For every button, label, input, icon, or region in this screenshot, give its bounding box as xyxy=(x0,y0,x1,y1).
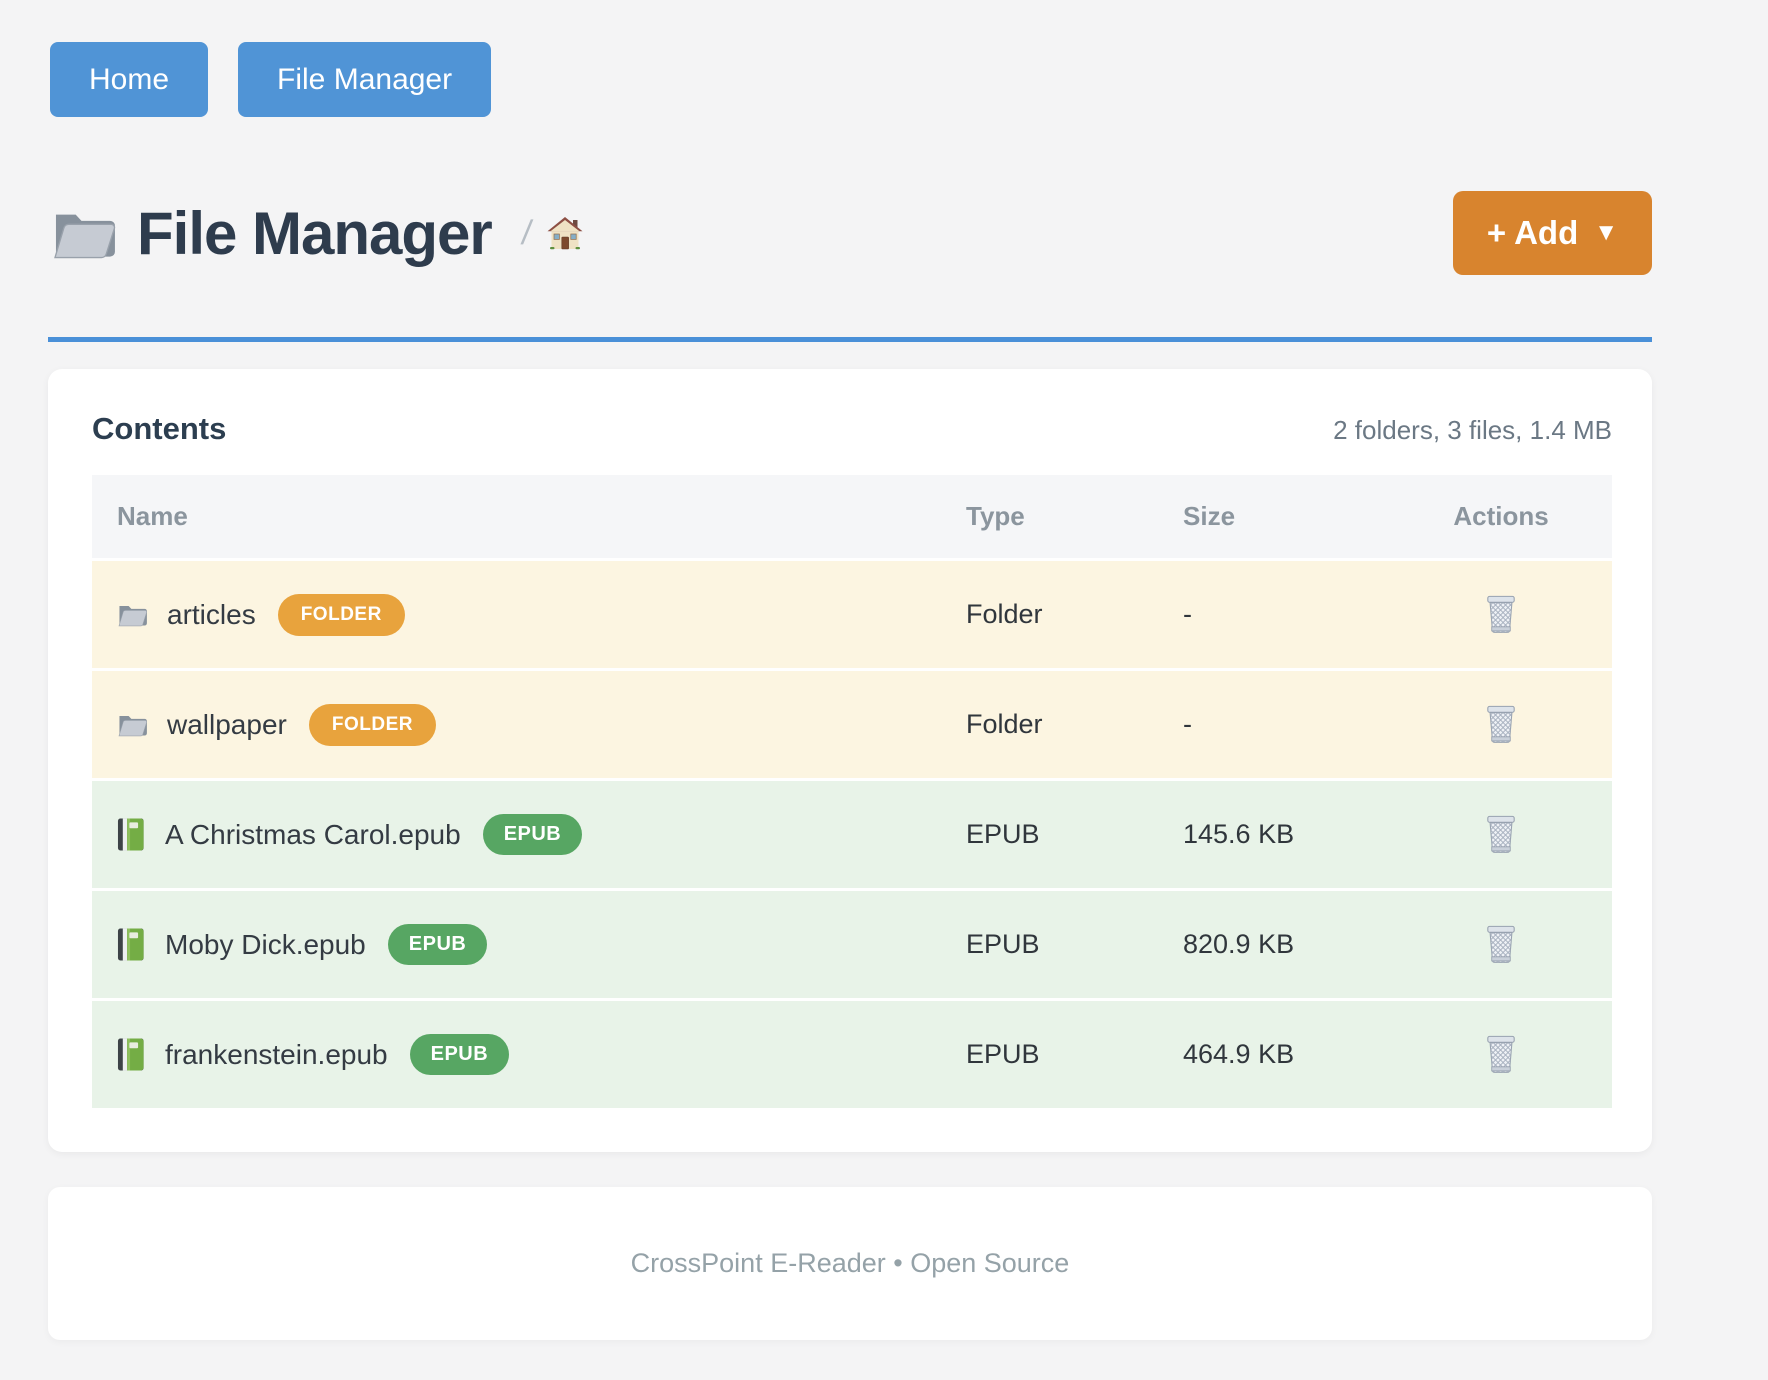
type-badge: FOLDER xyxy=(278,594,405,636)
page: Home File Manager File Manager / + Add ▼… xyxy=(48,0,1652,1340)
breadcrumb-separator: / xyxy=(519,214,534,253)
type-badge: EPUB xyxy=(388,924,488,965)
delete-button[interactable] xyxy=(1483,815,1519,855)
book-icon xyxy=(117,1037,146,1072)
contents-card: Contents 2 folders, 3 files, 1.4 MB Name… xyxy=(48,369,1652,1152)
column-header-size: Size xyxy=(1183,475,1390,558)
type-badge: FOLDER xyxy=(309,704,436,746)
table-row: articles FOLDER Folder - xyxy=(92,558,1612,668)
contents-card-header: Contents 2 folders, 3 files, 1.4 MB xyxy=(92,411,1612,447)
table-row: wallpaper FOLDER Folder - xyxy=(92,668,1612,778)
item-name-link[interactable]: frankenstein.epub xyxy=(165,1039,388,1071)
column-header-type: Type xyxy=(966,475,1183,558)
trash-icon xyxy=(1483,1035,1519,1075)
book-icon xyxy=(117,927,146,962)
top-nav: Home File Manager xyxy=(50,0,1652,117)
item-size: - xyxy=(1183,668,1390,778)
item-size: 145.6 KB xyxy=(1183,778,1390,888)
table-row: frankenstein.epub EPUB EPUB 464.9 KB xyxy=(92,998,1612,1108)
caret-down-icon: ▼ xyxy=(1594,219,1618,247)
contents-heading: Contents xyxy=(92,411,226,447)
contents-summary: 2 folders, 3 files, 1.4 MB xyxy=(1333,415,1612,446)
file-table: Name Type Size Actions articles FOLDER xyxy=(92,475,1612,1108)
add-button-label: + Add xyxy=(1487,214,1578,252)
item-name-link[interactable]: wallpaper xyxy=(167,709,287,741)
house-icon[interactable] xyxy=(547,216,583,251)
item-name-link[interactable]: Moby Dick.epub xyxy=(165,929,366,961)
footer-text: CrossPoint E-Reader • Open Source xyxy=(631,1248,1070,1279)
add-button[interactable]: + Add ▼ xyxy=(1453,191,1652,275)
item-type: EPUB xyxy=(966,778,1183,888)
type-badge: EPUB xyxy=(410,1034,510,1075)
nav-button-file-manager[interactable]: File Manager xyxy=(238,42,491,117)
item-type: Folder xyxy=(966,668,1183,778)
item-size: - xyxy=(1183,558,1390,668)
table-header-row: Name Type Size Actions xyxy=(92,475,1612,558)
item-type: EPUB xyxy=(966,998,1183,1108)
delete-button[interactable] xyxy=(1483,595,1519,635)
nav-button-home[interactable]: Home xyxy=(50,42,208,117)
item-name-link[interactable]: A Christmas Carol.epub xyxy=(165,819,461,851)
folder-icon xyxy=(117,711,148,738)
trash-icon xyxy=(1483,705,1519,745)
item-size: 820.9 KB xyxy=(1183,888,1390,998)
item-name-link[interactable]: articles xyxy=(167,599,256,631)
item-type: EPUB xyxy=(966,888,1183,998)
item-type: Folder xyxy=(966,558,1183,668)
footer-card: CrossPoint E-Reader • Open Source xyxy=(48,1187,1652,1340)
page-header: File Manager / + Add ▼ xyxy=(48,191,1652,275)
title-divider xyxy=(48,337,1652,342)
item-size: 464.9 KB xyxy=(1183,998,1390,1108)
folder-icon xyxy=(51,204,117,262)
column-header-actions: Actions xyxy=(1390,475,1612,558)
trash-icon xyxy=(1483,595,1519,635)
table-row: A Christmas Carol.epub EPUB EPUB 145.6 K… xyxy=(92,778,1612,888)
book-icon xyxy=(117,817,146,852)
folder-icon xyxy=(117,601,148,628)
delete-button[interactable] xyxy=(1483,1035,1519,1075)
column-header-name: Name xyxy=(92,475,966,558)
delete-button[interactable] xyxy=(1483,925,1519,965)
type-badge: EPUB xyxy=(483,814,583,855)
trash-icon xyxy=(1483,815,1519,855)
table-row: Moby Dick.epub EPUB EPUB 820.9 KB xyxy=(92,888,1612,998)
page-title: File Manager xyxy=(137,199,492,268)
trash-icon xyxy=(1483,925,1519,965)
delete-button[interactable] xyxy=(1483,705,1519,745)
